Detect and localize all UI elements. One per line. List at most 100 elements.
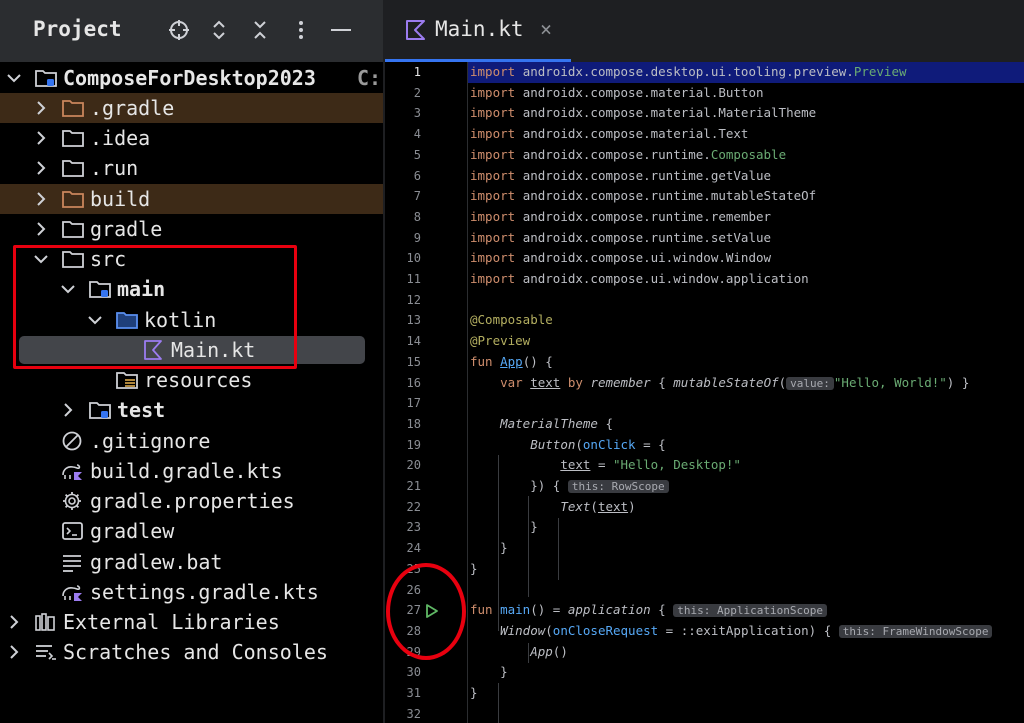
folder-icon <box>62 130 84 147</box>
chevron-right-icon[interactable] <box>60 402 76 418</box>
line-number[interactable]: 18 <box>385 417 421 431</box>
minimize-icon[interactable] <box>328 16 354 44</box>
chevron-right-icon[interactable] <box>33 130 49 146</box>
line-number[interactable]: 32 <box>385 707 421 721</box>
code-line: import androidx.compose.material.Materia… <box>470 105 817 121</box>
line-number[interactable]: 17 <box>385 396 421 410</box>
chevron-down-icon[interactable] <box>6 70 22 86</box>
tree-item-gradle-cache[interactable]: .gradle <box>0 93 383 123</box>
code-line: } <box>530 519 538 535</box>
code-line: import androidx.compose.ui.window.applic… <box>470 271 809 286</box>
code-line: App() <box>530 643 568 659</box>
line-number[interactable]: 4 <box>385 127 421 141</box>
ignore-file-icon <box>62 431 82 451</box>
chevron-right-icon[interactable] <box>33 191 49 207</box>
chevron-right-icon[interactable] <box>33 160 49 176</box>
code-line: import androidx.compose.runtime.remember <box>470 208 772 224</box>
code-line: Window(onCloseRequest = ::exitApplicatio… <box>468 621 1024 642</box>
code-line: } <box>500 664 508 680</box>
line-number[interactable]: 20 <box>385 458 421 472</box>
module-folder-icon <box>35 70 57 87</box>
line-number[interactable]: 15 <box>385 355 421 369</box>
code-line: } <box>470 685 478 700</box>
folder-icon <box>62 191 84 208</box>
tree-item-label: .gitignore <box>90 429 211 453</box>
tree-item-gradle[interactable]: gradle <box>0 214 383 244</box>
line-number[interactable]: 7 <box>385 189 421 203</box>
tree-item-label: build <box>90 187 151 211</box>
parameter-hint: value: <box>786 376 834 390</box>
code-line: @Preview <box>470 333 531 349</box>
line-number[interactable]: 8 <box>385 210 421 224</box>
gradle-kts-icon <box>62 464 82 480</box>
folder-icon <box>62 221 84 238</box>
expand-collapse-icon[interactable] <box>206 16 232 44</box>
line-number[interactable]: 14 <box>385 334 421 348</box>
code-line: import androidx.compose.runtime.mutableS… <box>470 188 817 204</box>
gradle-kts-icon <box>62 585 82 601</box>
tree-item-gradlew[interactable]: gradlew <box>0 516 383 546</box>
line-number[interactable]: 23 <box>385 520 421 534</box>
tree-item-label: build.gradle.kts <box>90 459 283 483</box>
code-area[interactable]: import androidx.compose.desktop.ui.tooli… <box>468 62 1024 723</box>
tab-main-kt[interactable]: Main.kt × <box>385 0 571 62</box>
chevron-right-icon[interactable] <box>6 614 22 630</box>
line-number[interactable]: 22 <box>385 500 421 514</box>
code-line: var text by remember { mutableStateOf(va… <box>500 374 970 390</box>
tab-label: Main.kt <box>435 17 524 41</box>
tree-item-label: settings.gradle.kts <box>90 580 319 604</box>
line-number[interactable]: 31 <box>385 686 421 700</box>
tree-item-label: gradle <box>90 217 163 241</box>
line-number[interactable]: 16 <box>385 376 421 390</box>
code-line: import androidx.compose.desktop.ui.tooli… <box>468 62 1024 83</box>
line-number[interactable]: 10 <box>385 251 421 265</box>
line-number[interactable]: 11 <box>385 272 421 286</box>
libraries-icon <box>35 613 55 631</box>
tree-item-gitignore[interactable]: .gitignore <box>0 426 383 456</box>
tree-item-gradle-properties[interactable]: gradle.properties <box>0 486 383 516</box>
chevron-right-icon[interactable] <box>6 644 22 660</box>
tree-item-gradlew-bat[interactable]: gradlew.bat <box>0 547 383 577</box>
line-number[interactable]: 1 <box>385 65 421 79</box>
tree-item-test[interactable]: test <box>0 395 383 425</box>
line-number[interactable]: 24 <box>385 541 421 555</box>
tree-item-root[interactable]: ComposeForDesktop2023 C: <box>0 63 383 93</box>
collapse-all-icon[interactable] <box>247 16 273 44</box>
scratches-icon <box>36 645 56 660</box>
tree-item-external-libraries[interactable]: External Libraries <box>0 607 383 637</box>
close-icon[interactable]: × <box>540 17 552 41</box>
project-title[interactable]: Project <box>33 17 122 41</box>
settings-gear-icon <box>63 492 81 510</box>
line-number[interactable]: 21 <box>385 479 421 493</box>
code-line: MaterialTheme { <box>500 415 614 431</box>
tree-item-label: External Libraries <box>63 610 280 634</box>
line-number[interactable]: 9 <box>385 231 421 245</box>
chevron-right-icon[interactable] <box>33 221 49 237</box>
tree-item-label: .idea <box>90 126 151 150</box>
tree-item-build-gradle-kts[interactable]: build.gradle.kts <box>0 456 383 486</box>
line-number[interactable]: 2 <box>385 86 421 100</box>
code-line: @Composable <box>470 312 553 328</box>
tree-item-label: .gradle <box>90 96 175 120</box>
tree-item-run[interactable]: .run <box>0 153 383 183</box>
tree-item-settings-gradle-kts[interactable]: settings.gradle.kts <box>0 577 383 607</box>
line-number[interactable]: 3 <box>385 106 421 120</box>
resources-folder-icon <box>116 372 138 389</box>
tree-item-idea[interactable]: .idea <box>0 123 383 153</box>
more-options-icon[interactable] <box>288 16 314 44</box>
line-number[interactable]: 12 <box>385 293 421 307</box>
tree-item-scratches[interactable]: Scratches and Consoles <box>0 637 383 667</box>
line-number[interactable]: 30 <box>385 665 421 679</box>
line-number[interactable]: 6 <box>385 169 421 183</box>
line-number[interactable]: 13 <box>385 313 421 327</box>
tree-item-resources[interactable]: resources <box>0 365 383 395</box>
line-number[interactable]: 19 <box>385 438 421 452</box>
line-number[interactable]: 5 <box>385 148 421 162</box>
kotlin-file-icon <box>406 20 425 40</box>
tree-item-build[interactable]: build <box>0 184 383 214</box>
code-line: } <box>470 560 478 576</box>
chevron-right-icon[interactable] <box>33 100 49 116</box>
target-icon[interactable] <box>166 16 192 44</box>
code-line: fun App() { <box>470 353 553 369</box>
code-line: import androidx.compose.runtime.getValue <box>470 167 772 183</box>
